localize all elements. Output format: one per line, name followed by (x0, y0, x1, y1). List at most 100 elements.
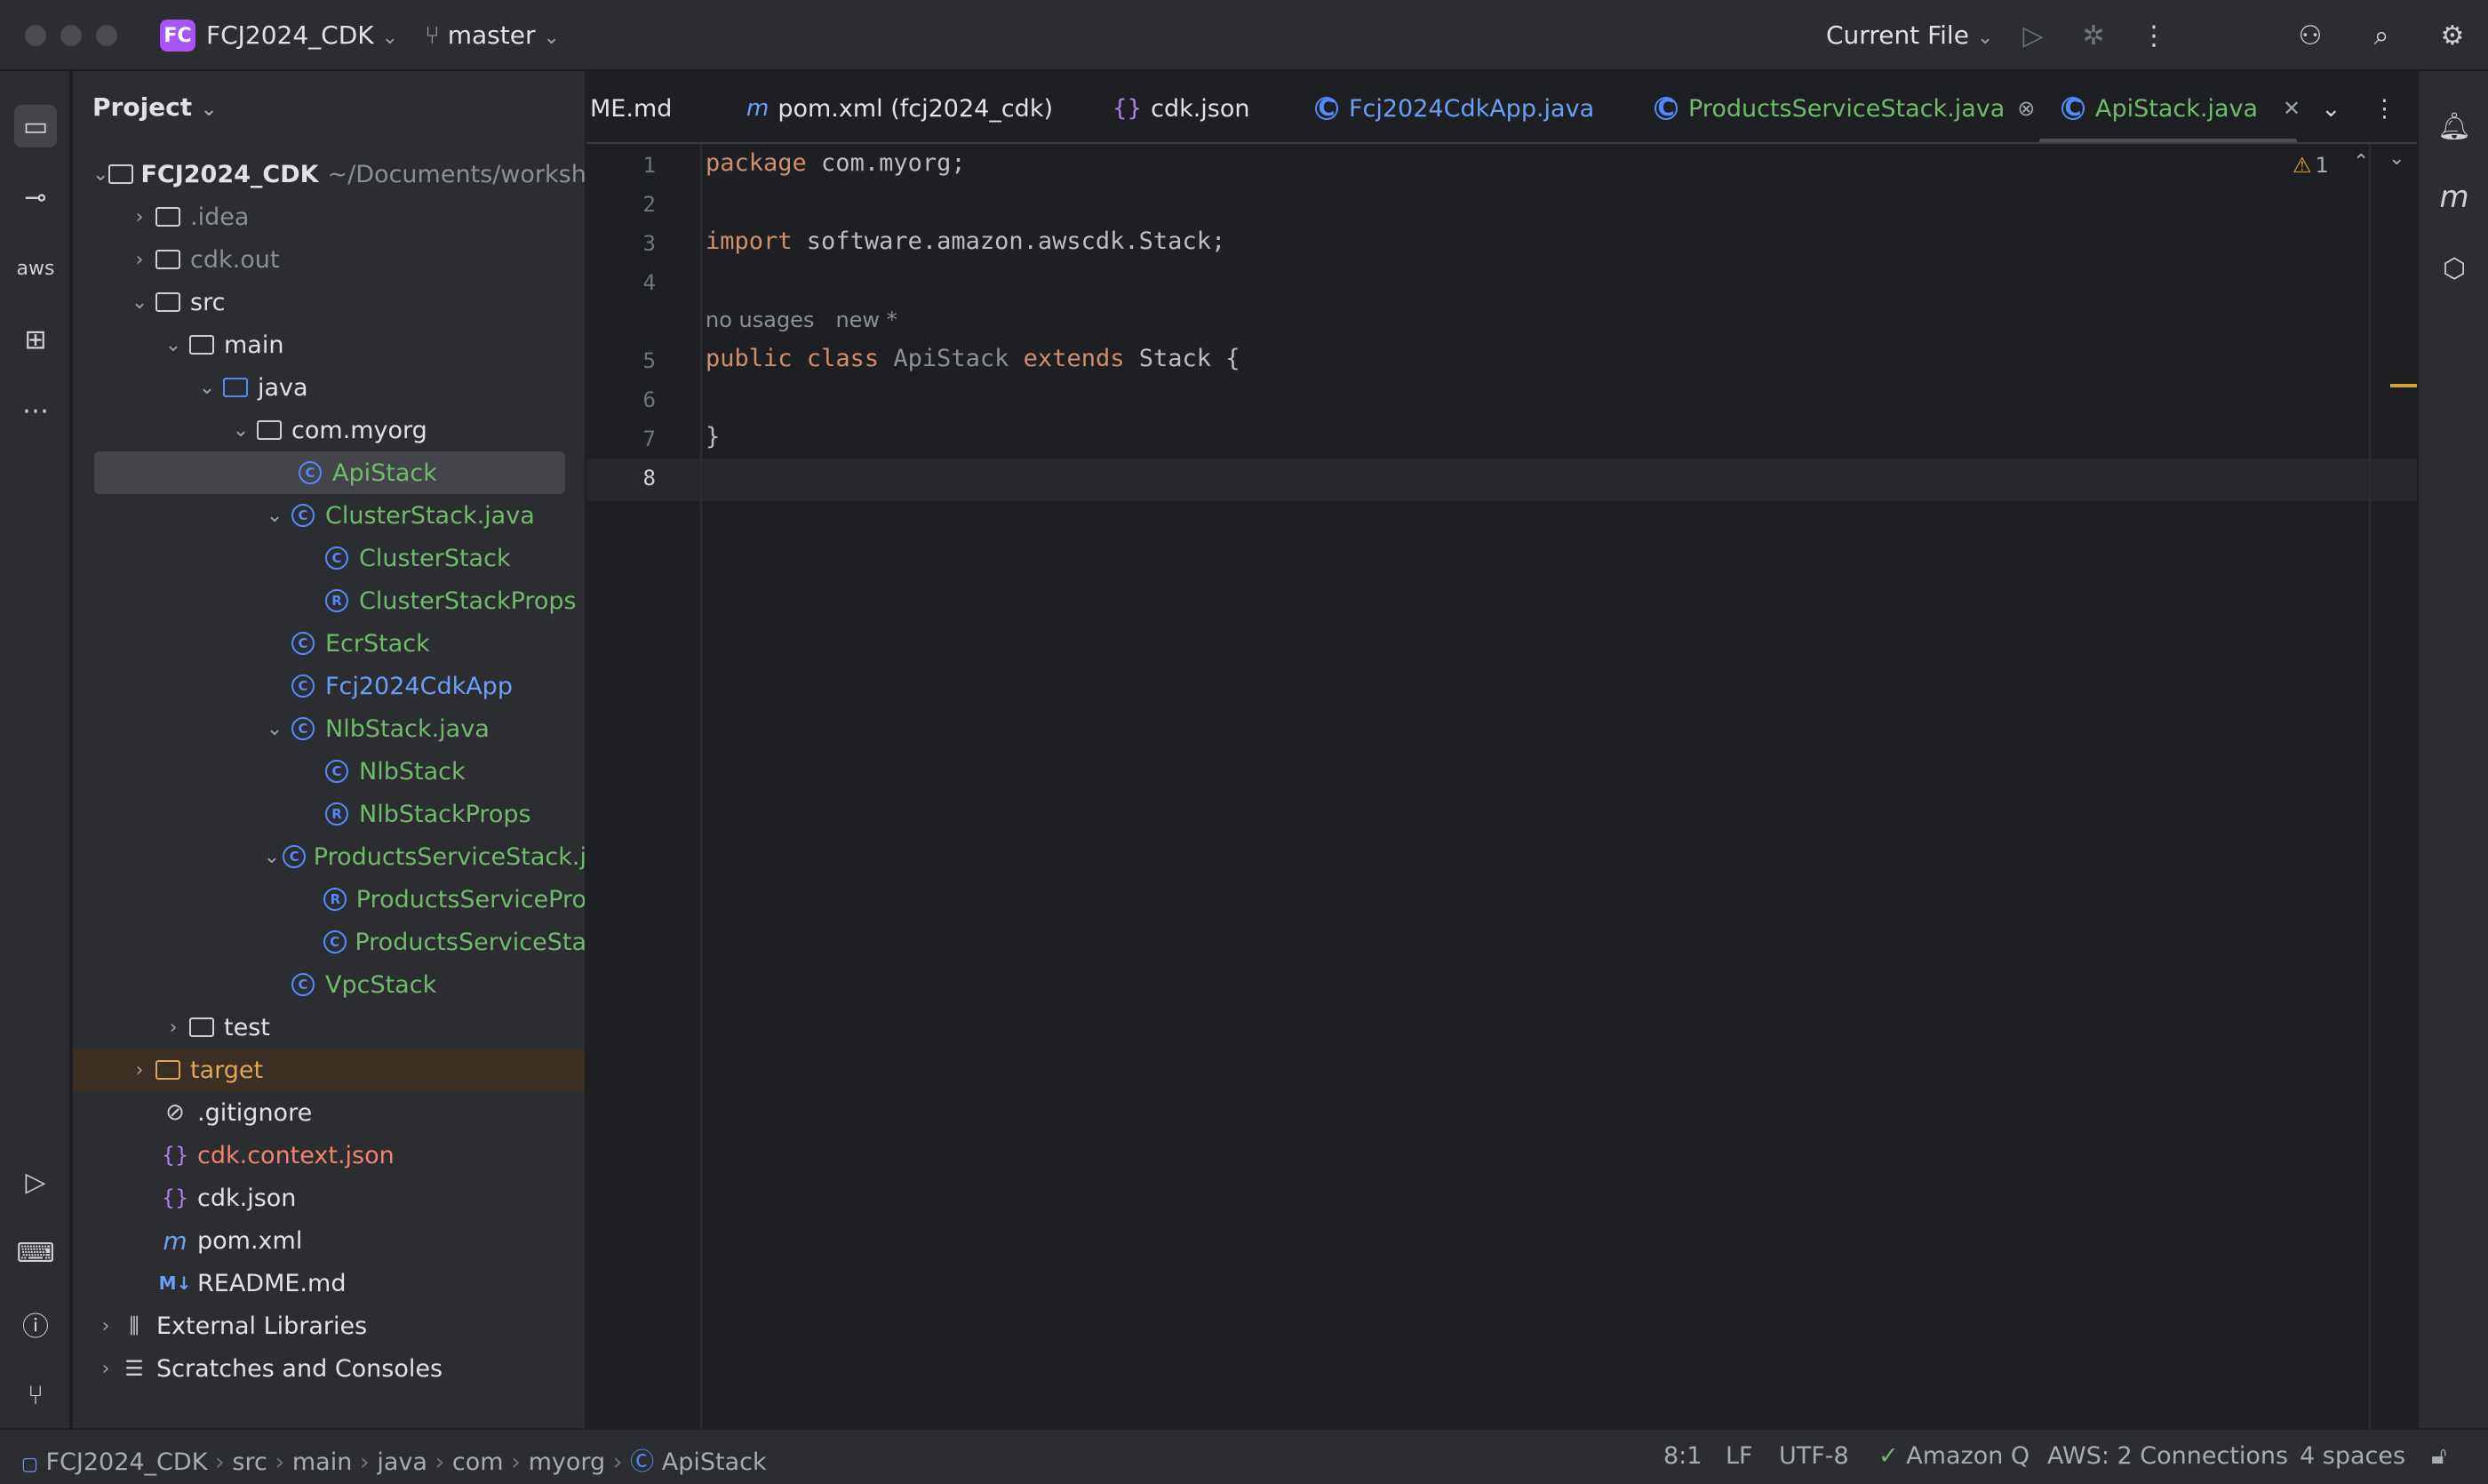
code-line-1: package com.myorg; (706, 149, 966, 177)
tab-apistack[interactable]: C ApiStack.java ✕ (2061, 91, 2301, 126)
branch-name: master (447, 20, 536, 50)
tree-item-cdk-json[interactable]: {} cdk.json (73, 1177, 585, 1219)
tree-item-clusterstack[interactable]: C ClusterStack (73, 537, 585, 579)
run-config-selector[interactable]: Current File ⌄ (1826, 20, 1993, 54)
tree-item-main[interactable]: ⌄ main (73, 323, 585, 366)
code-text: Stack { (1124, 345, 1240, 372)
more-tools-icon[interactable]: ⋯ (14, 389, 57, 432)
tab-fcj2024cdkapp[interactable]: C Fcj2024CdkApp.java (1315, 91, 1594, 126)
tree-item-clusterstackprops[interactable]: R ClusterStackProps (73, 579, 585, 622)
close-tab-icon[interactable]: ⊗ (2017, 96, 2035, 121)
tree-item-target[interactable]: › target (73, 1049, 585, 1091)
close-window-button[interactable] (25, 25, 46, 46)
tree-item-root[interactable]: ⌄ FCJ2024_CDK ~/Documents/worksho (73, 153, 585, 195)
amazon-q-icon[interactable]: ⬡ (2433, 247, 2476, 290)
tree-item-idea[interactable]: › .idea (73, 195, 585, 238)
module-icon: ▢ (21, 1453, 38, 1474)
project-badge[interactable]: FC (160, 20, 195, 52)
tree-item-nlbstack[interactable]: C NlbStack (73, 750, 585, 793)
tree-item-nlbstack-java[interactable]: ⌄ C NlbStack.java (73, 707, 585, 750)
aws-icon[interactable]: aws (14, 247, 57, 290)
line-separator[interactable]: LF (1726, 1442, 1753, 1470)
tab-cdk-json[interactable]: {} cdk.json (1112, 91, 1250, 126)
project-panel-title[interactable]: Project ⌄ (92, 92, 217, 122)
amazon-q-label: Amazon Q (1906, 1442, 2030, 1470)
breadcrumb-item[interactable]: main (292, 1448, 352, 1476)
maximize-window-button[interactable] (96, 25, 117, 46)
tree-item-productsservicestack[interactable]: C ProductsServiceSta (73, 921, 586, 963)
breadcrumb-item[interactable]: src (232, 1448, 267, 1476)
tree-item-label: External Libraries (156, 1312, 368, 1340)
project-selector[interactable]: FCJ2024_CDK ⌄ (206, 20, 398, 54)
file-encoding[interactable]: UTF-8 (1779, 1442, 1849, 1470)
minimize-window-button[interactable] (60, 25, 82, 46)
project-folder-icon[interactable]: ▭ (14, 105, 57, 148)
tree-item-label: java (258, 373, 308, 402)
tree-item-label: .gitignore (197, 1098, 313, 1127)
close-tab-icon[interactable]: ✕ (2283, 96, 2301, 121)
keyword: import (706, 227, 793, 255)
tab-list-chevron-icon[interactable]: ⌄ (2321, 91, 2341, 126)
tree-item-nlbstackprops[interactable]: R NlbStackProps (73, 793, 585, 835)
tree-item-productsservicestack-java[interactable]: ⌄ C ProductsServiceStack.j (73, 835, 585, 878)
tree-item-readme[interactable]: M↓ README.md (73, 1262, 585, 1304)
code-vision-hint[interactable]: no usages new * (706, 307, 897, 332)
notifications-bell-icon[interactable]: 🔔︎ (2433, 105, 2476, 148)
more-actions-icon[interactable]: ⋮ (2136, 18, 2172, 53)
tree-item-fcj2024cdkapp[interactable]: C Fcj2024CdkApp (73, 665, 585, 707)
tree-item-cdk-context-json[interactable]: {} cdk.context.json (73, 1134, 585, 1177)
branch-selector[interactable]: ⑂ master ⌄ (425, 20, 560, 54)
breadcrumb-item[interactable]: java (377, 1448, 427, 1476)
tree-item-cdk-out[interactable]: › cdk.out (73, 238, 585, 281)
breadcrumb-item[interactable]: com (452, 1448, 504, 1476)
run-icon[interactable]: ▷ (2015, 18, 2051, 53)
lock-icon[interactable]: 🔓︎ (2431, 1442, 2447, 1471)
tree-item-clusterstack-java[interactable]: ⌄ C ClusterStack.java (73, 494, 585, 537)
problems-icon[interactable]: ⓘ (14, 1303, 57, 1345)
tree-item-external-libraries[interactable]: › ⫼ External Libraries (73, 1304, 585, 1347)
warning-stripe-marker[interactable] (2390, 384, 2417, 387)
commit-icon[interactable]: ⊸ (14, 176, 57, 219)
previous-warning-icon[interactable]: ⌃ (2353, 151, 2369, 173)
settings-gear-icon[interactable]: ⚙ (2435, 18, 2470, 53)
git-icon[interactable]: ⑂ (14, 1374, 57, 1416)
tab-more-icon[interactable]: ⋮ (2372, 91, 2396, 126)
tree-item-vpcstack[interactable]: C VpcStack (73, 963, 585, 1006)
tree-item-ecrstack[interactable]: C EcrStack (73, 622, 585, 665)
tree-item-com-myorg[interactable]: ⌄ com.myorg (73, 409, 585, 451)
author-hint: new * (835, 307, 897, 332)
aws-connections[interactable]: AWS: 2 Connections (2047, 1442, 2288, 1470)
tree-item-productsserviceprops[interactable]: R ProductsServicePro (73, 878, 585, 921)
next-warning-icon[interactable]: ⌄ (2388, 148, 2404, 170)
services-run-icon[interactable]: ▷ (14, 1161, 57, 1203)
tree-item-test[interactable]: › test (73, 1006, 585, 1049)
structure-icon[interactable]: ⊞ (14, 318, 57, 361)
tree-item-gitignore[interactable]: ⊘ .gitignore (73, 1091, 585, 1134)
breadcrumb-item[interactable]: FCJ2024_CDK (46, 1448, 208, 1476)
chevron-right-icon: › (435, 1448, 445, 1476)
breadcrumb-item[interactable]: myorg (529, 1448, 606, 1476)
record-icon: R (322, 587, 352, 614)
maven-icon[interactable]: m (2433, 176, 2476, 219)
tree-item-apistack[interactable]: C ApiStack (94, 451, 565, 494)
tab-pom-xml[interactable]: m pom.xml (fcj2024_cdk) (746, 91, 1053, 126)
add-user-icon[interactable]: ⚇ (2293, 18, 2328, 53)
caret-position[interactable]: 8:1 (1663, 1442, 1702, 1470)
tree-item-scratches[interactable]: › ☰ Scratches and Consoles (73, 1347, 585, 1390)
tree-item-java[interactable]: ⌄ java (73, 366, 585, 409)
tab-readme[interactable]: ME.md (590, 91, 672, 126)
code-editor[interactable]: 1 2 3 4 5 6 7 8 package com.myorg; impor… (586, 144, 2417, 1428)
terminal-icon[interactable]: ⌨ (14, 1232, 57, 1274)
breadcrumb-item[interactable]: ApiStack (662, 1448, 767, 1476)
tab-label: Fcj2024CdkApp.java (1349, 94, 1595, 123)
search-icon[interactable]: ⌕ (2364, 18, 2399, 53)
tree-item-src[interactable]: ⌄ src (73, 281, 585, 323)
tab-productsservicestack[interactable]: C ProductsServiceStack.java ⊗ (1655, 91, 2035, 126)
tree-item-label: ProductsServiceSta (355, 928, 586, 956)
breadcrumb: ▢ FCJ2024_CDK › src › main › java › com … (21, 1442, 767, 1477)
warning-indicator[interactable]: ⚠ 1 (2293, 153, 2329, 178)
tree-item-pom-xml[interactable]: m pom.xml (73, 1219, 585, 1262)
debug-icon[interactable]: ✲ (2076, 18, 2111, 53)
indent-setting[interactable]: 4 spaces (2300, 1442, 2405, 1470)
amazon-q-status[interactable]: ✓ Amazon Q (1878, 1442, 2029, 1470)
